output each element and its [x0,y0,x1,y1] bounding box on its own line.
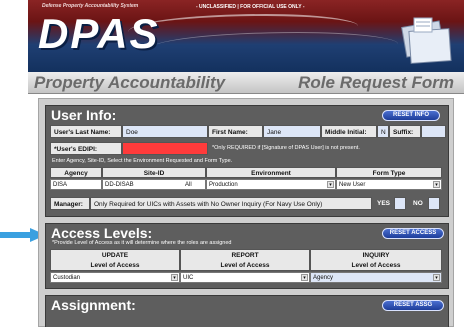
classification-banner: - UNCLASSIFIED | FOR OFFICIAL USE ONLY - [196,4,305,10]
edipi-label: *User's EDIPI: [50,142,122,155]
last-name-field[interactable]: Doe [122,125,208,138]
update-access-value: Custodian [53,275,81,281]
assignment-title: Assignment: [51,297,136,313]
role-request-form-title: Role Request Form [298,73,454,92]
access-levels-panel: Access Levels: RESET ACCESS *Provide Lev… [45,223,449,289]
reset-assignment-button[interactable]: RESET ASSG [382,300,444,311]
inquiry-header-line-2: Level of Access [351,262,401,269]
assignment-panel: Assignment: RESET ASSG [45,295,449,327]
last-name-label: User's Last Name: [50,125,122,138]
reset-info-button[interactable]: RESET INFO [382,110,440,121]
agency-field[interactable]: DISA [50,179,102,190]
access-levels-note: *Provide Level of Access as it will dete… [52,240,232,246]
chevron-down-icon[interactable]: ▾ [301,274,308,281]
manager-note: Only Required for UICs with Assets with … [90,197,372,210]
edipi-note: *Only REQUIRED if [Signature of DPAS Use… [212,145,360,151]
update-column-header: UPDATE Level of Access [50,249,180,271]
middle-initial-field[interactable]: N [377,125,389,138]
user-info-title: User Info: [51,107,117,123]
folder-icon [401,17,452,64]
form-type-select[interactable]: New User ▾ [336,179,442,190]
user-info-panel: User Info: RESET INFO User's Last Name: … [45,105,449,217]
chevron-down-icon[interactable]: ▾ [433,274,440,281]
environment-select[interactable]: Production ▾ [206,179,336,190]
form-type-value: New User [339,182,366,188]
edipi-row: *User's EDIPI: *Only REQUIRED if [Signat… [50,142,446,155]
environment-column-header: Environment [206,167,336,178]
report-header-line-2: Level of Access [220,262,270,269]
dpas-banner: Defense Property Accountability System -… [28,0,464,72]
site-id-value: DD-DISAB [105,182,134,188]
agency-column-header: Agency [50,167,102,178]
name-row: User's Last Name: Doe First Name: Jane M… [50,125,446,138]
yes-checkbox[interactable] [394,197,406,210]
report-column-header: REPORT Level of Access [180,249,310,271]
environment-value: Production [209,182,238,188]
suffix-field[interactable] [421,125,446,138]
chevron-down-icon[interactable]: ▾ [327,181,334,188]
first-name-field[interactable]: Jane [263,125,321,138]
update-header-line-2: Level of Access [90,262,140,269]
manager-row: Manager: Only Required for UICs with Ass… [50,197,446,210]
edipi-field[interactable] [122,142,208,155]
chevron-down-icon[interactable]: ▾ [433,181,440,188]
yes-label: YES [377,200,391,207]
reset-access-button[interactable]: RESET ACCESS [382,228,444,239]
suffix-label: Suffix: [389,125,421,138]
report-access-select[interactable]: UIC ▾ [180,272,310,283]
report-header-line-1: REPORT [231,252,259,259]
form-frame: User Info: RESET INFO User's Last Name: … [38,98,454,327]
inquiry-header-line-1: INQUIRY [362,252,390,259]
middle-initial-label: Middle Initial: [321,125,377,138]
form-type-column-header: Form Type [336,167,442,178]
site-id-field[interactable]: DD-DISAB All [102,179,206,190]
chevron-down-icon[interactable]: ▾ [171,274,178,281]
inquiry-column-header: INQUIRY Level of Access [310,249,442,271]
property-accountability-title: Property Accountability [34,73,226,92]
site-id-column-header: Site-ID [102,167,206,178]
no-checkbox[interactable] [428,197,440,210]
dpas-logo: DPAS [38,10,160,57]
inquiry-access-value: Agency [313,275,334,281]
access-levels-title: Access Levels: [51,225,153,241]
report-access-value: UIC [183,275,194,281]
site-all-option[interactable]: All [185,180,192,191]
inquiry-access-select[interactable]: Agency ▾ [310,272,442,283]
no-label: NO [413,200,423,207]
form-title-bar: Property Accountability Role Request For… [28,72,464,94]
agency-instruction: Enter Agency, Site-ID, Select the Enviro… [52,158,233,164]
first-name-label: First Name: [208,125,263,138]
system-name: Defense Property Accountability System [42,3,139,9]
update-header-line-1: UPDATE [101,252,129,259]
update-access-select[interactable]: Custodian ▾ [50,272,180,283]
manager-label: Manager: [50,197,90,210]
